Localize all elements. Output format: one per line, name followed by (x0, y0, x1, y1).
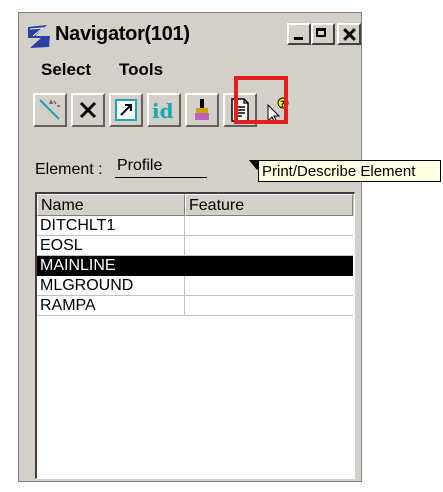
title-bar[interactable]: Navigator(101) (23, 17, 361, 53)
dropdown-underline (115, 177, 207, 178)
toolbar: id ? (31, 93, 351, 131)
minimize-button[interactable] (287, 23, 311, 45)
id-text: id (152, 99, 174, 123)
element-label: Element : (35, 161, 103, 178)
row-feature (185, 236, 353, 256)
menu-tools[interactable]: Tools (119, 60, 163, 80)
close-button[interactable] (337, 23, 361, 45)
app-logo-icon (28, 25, 50, 48)
list-row[interactable]: EOSL (37, 236, 354, 256)
row-feature (185, 276, 353, 296)
identify-button[interactable]: id (147, 93, 181, 127)
navigator-window: Navigator(101) Select Tools id ? Element… (18, 12, 362, 482)
list-header: Name Feature (37, 194, 354, 216)
list-row-selected[interactable]: MAINLINE (37, 256, 354, 276)
row-name: DITCHLT1 (37, 216, 185, 236)
row-name: MAINLINE (37, 256, 185, 276)
column-header-name[interactable]: Name (37, 194, 185, 216)
delete-button[interactable] (71, 93, 105, 127)
paint-brush-button[interactable] (185, 93, 219, 127)
row-name: RAMPA (37, 296, 185, 316)
window-area-button[interactable] (109, 93, 143, 127)
row-name: MLGROUND (37, 276, 185, 296)
list-row[interactable]: MLGROUND (37, 276, 354, 296)
column-header-feature[interactable]: Feature (185, 194, 353, 216)
menu-bar: Select Tools (19, 57, 361, 83)
row-name: EOSL (37, 236, 185, 256)
list-row[interactable]: RAMPA (37, 296, 354, 316)
maximize-button[interactable] (311, 23, 335, 45)
id-icon: id (152, 99, 174, 123)
select-element-icon (39, 99, 60, 120)
delete-x-icon (79, 101, 97, 119)
list-row[interactable]: DITCHLT1 (37, 216, 354, 236)
row-feature (185, 256, 353, 276)
element-dropdown-value: Profile (117, 157, 163, 174)
menu-select[interactable]: Select (41, 60, 91, 80)
highlight-box (234, 76, 288, 124)
list-rows: DITCHLT1 EOSL MAINLINE MLGROUND RAMPA (37, 216, 354, 316)
window-title: Navigator(101) (55, 23, 190, 45)
tooltip: Print/Describe Element (258, 160, 441, 182)
element-dropdown[interactable]: Profile (113, 156, 265, 178)
select-element-button[interactable] (33, 93, 67, 127)
window-area-icon (115, 99, 137, 121)
element-list[interactable]: Name Feature DITCHLT1 EOSL MAINLINE MLGR… (35, 192, 355, 479)
row-feature (185, 216, 353, 236)
paint-brush-icon (195, 99, 209, 120)
row-feature (185, 296, 353, 316)
